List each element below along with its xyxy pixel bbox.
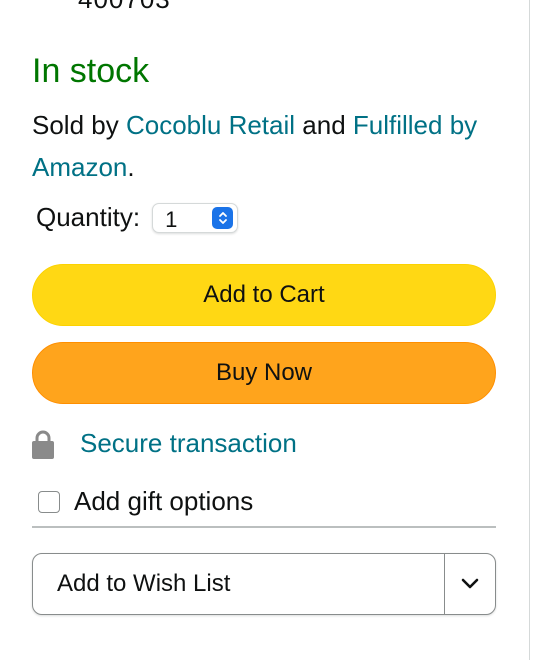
partial-text-top: 400703 — [78, 0, 171, 15]
add-to-wish-list-button[interactable]: Add to Wish List — [33, 554, 444, 614]
buy-now-button[interactable]: Buy Now — [32, 342, 496, 404]
seller-info: Sold by Cocoblu Retail and Fulfilled by … — [32, 104, 502, 188]
quantity-select[interactable]: 1 — [152, 202, 239, 233]
quantity-row: Quantity: 1 — [36, 202, 239, 233]
quantity-label: Quantity: — [36, 202, 141, 232]
gift-options-label[interactable]: Add gift options — [74, 486, 253, 517]
wish-list-dropdown-button[interactable] — [444, 554, 495, 614]
chevron-down-icon — [461, 578, 479, 589]
lock-icon — [32, 430, 54, 459]
secure-transaction-row: Secure transaction — [32, 428, 297, 459]
add-to-cart-button[interactable]: Add to Cart — [32, 264, 496, 326]
sold-by-prefix: Sold by — [32, 110, 126, 140]
stock-status: In stock — [32, 52, 150, 90]
gift-options-row: Add gift options — [38, 486, 253, 517]
stepper-arrows-icon — [212, 206, 234, 229]
quantity-value: 1 — [165, 206, 178, 232]
sold-by-suffix: . — [127, 152, 135, 182]
secure-transaction-link[interactable]: Secure transaction — [80, 428, 297, 459]
wish-list-control: Add to Wish List — [32, 553, 496, 615]
divider — [32, 526, 496, 528]
sold-by-connector: and — [295, 110, 353, 140]
seller-link[interactable]: Cocoblu Retail — [126, 110, 295, 140]
gift-options-checkbox[interactable] — [38, 490, 60, 513]
